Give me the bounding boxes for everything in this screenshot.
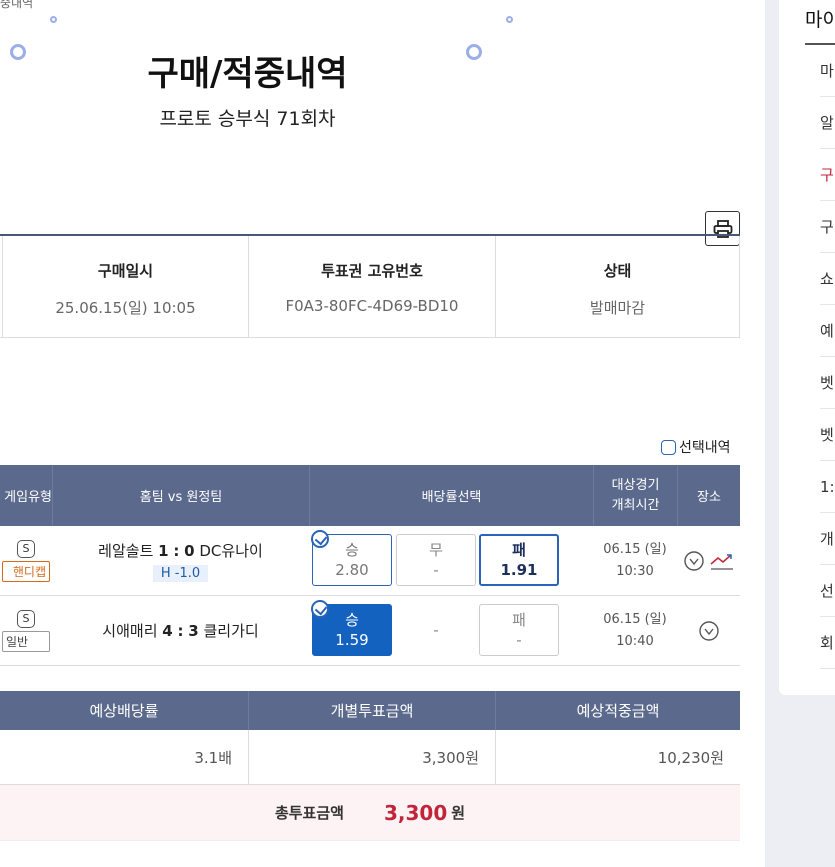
purchase-date-col: 구매일시 25.06.15(일) 10:05 bbox=[2, 236, 248, 337]
odds-cell: 승 2.80 무 - 패 1.91 bbox=[309, 526, 593, 595]
summary-table: 예상배당률 개별투표금액 예상적중금액 3.1배 3,300원 10,230원 … bbox=[0, 691, 740, 841]
game-time-cell: 06.15 (일) 10:40 bbox=[593, 596, 677, 665]
ticket-id-value: F0A3-80FC-4D69-BD10 bbox=[285, 297, 459, 315]
odds-cell: 승 1.59 - 패 - bbox=[309, 596, 593, 665]
total-label: 총투표금액 bbox=[274, 804, 344, 822]
location-icon[interactable] bbox=[683, 550, 705, 572]
ticket-id-col: 투표권 고유번호 F0A3-80FC-4D69-BD10 bbox=[248, 236, 495, 337]
away-score: 0 bbox=[184, 541, 195, 560]
summary-header: 예상배당률 개별투표금액 예상적중금액 bbox=[0, 691, 740, 730]
watermark-dot bbox=[506, 12, 513, 26]
page-title: 구매/적중내역 bbox=[147, 54, 348, 94]
sidebar-item[interactable]: 개 bbox=[820, 513, 835, 565]
header-expected-payout: 예상적중금액 bbox=[495, 691, 740, 730]
sidebar-item[interactable]: 쇼 bbox=[820, 253, 835, 305]
home-team: 시애매리 bbox=[102, 622, 158, 640]
odds-lose-button[interactable]: 패 - bbox=[479, 604, 559, 656]
place-cell bbox=[677, 526, 740, 595]
header-expected-odds: 예상배당률 bbox=[89, 702, 159, 720]
sidebar-item[interactable]: 알 bbox=[820, 97, 835, 149]
game-date: 06.15 (일) bbox=[603, 611, 667, 627]
score-separator: : bbox=[177, 622, 184, 640]
odds-draw-button: - bbox=[433, 621, 439, 639]
header-bet-amount: 개별투표금액 bbox=[248, 691, 495, 730]
bet-amount-value: 3,300원 bbox=[248, 730, 495, 784]
status-col: 상태 발매마감 bbox=[495, 236, 740, 337]
sidebar-item[interactable]: 마 bbox=[820, 45, 835, 97]
header-odds: 배당률선택 bbox=[309, 465, 593, 526]
summary-row: 3.1배 3,300원 10,230원 bbox=[0, 730, 740, 785]
away-score: 3 bbox=[188, 622, 199, 640]
purchase-date-header: 구매일시 bbox=[97, 262, 154, 280]
games-table-header: 게임유형 홈팀 vs 원정팀 배당률선택 대상경기 개최시간 장소 bbox=[0, 465, 740, 526]
game-type-cell: S 일반 bbox=[0, 596, 52, 665]
game-time: 10:40 bbox=[616, 633, 654, 649]
place-cell bbox=[677, 596, 740, 665]
game-time-cell: 06.15 (일) 10:30 bbox=[593, 526, 677, 595]
sidebar-item[interactable]: 구 bbox=[820, 201, 835, 253]
total-row: 총투표금액 3,300 원 bbox=[0, 785, 740, 841]
expected-payout-value: 10,230원 bbox=[495, 730, 740, 784]
game-date: 06.15 (일) bbox=[603, 541, 667, 557]
away-team: DC유나이 bbox=[199, 541, 263, 560]
sidebar-item[interactable]: 벳 bbox=[820, 409, 835, 461]
sport-badge: S bbox=[17, 539, 35, 558]
game-type-tag: 일반 bbox=[2, 630, 50, 652]
sidebar-item-active[interactable]: 구 bbox=[820, 149, 835, 201]
handicap-value: H -1.0 bbox=[152, 564, 209, 582]
location-icon[interactable] bbox=[698, 620, 720, 642]
breadcrumb[interactable]: 중내역 bbox=[0, 0, 33, 11]
sidebar: 마이페이지 마 알 구 구 쇼 예 벳 벳 1: 개 선 회 bbox=[779, 0, 835, 695]
header-game-type: 게임유형 bbox=[4, 490, 52, 505]
selection-toggle-label: 선택내역 bbox=[679, 440, 731, 456]
game-type-tag: 핸디캡 bbox=[2, 560, 50, 582]
selection-checkbox[interactable] bbox=[661, 439, 676, 455]
sidebar-item[interactable]: 1: bbox=[820, 461, 835, 513]
status-header: 상태 bbox=[603, 262, 632, 280]
ticket-id-header: 투표권 고유번호 bbox=[321, 262, 423, 280]
header-time: 대상경기 개최시간 bbox=[593, 465, 677, 526]
check-circle-icon bbox=[311, 600, 329, 618]
sidebar-title: 마이페이지 bbox=[805, 9, 835, 31]
game-time: 10:30 bbox=[616, 563, 654, 579]
odds-lose-button[interactable]: 패 1.91 bbox=[479, 534, 559, 586]
check-circle-icon bbox=[311, 530, 329, 548]
sidebar-item[interactable]: 회 bbox=[820, 617, 835, 669]
purchase-info-table: 구매일시 25.06.15(일) 10:05 투표권 고유번호 F0A3-80F… bbox=[0, 234, 740, 338]
header-place: 장소 bbox=[677, 465, 740, 526]
sidebar-item[interactable]: 선 bbox=[820, 565, 835, 617]
table-row: S 일반 시애매리 4 : 3 클리가디 승 1.59 - 패 - 06.15 … bbox=[0, 596, 740, 666]
purchase-date-value: 25.06.15(일) 10:05 bbox=[55, 299, 196, 317]
selection-toggle[interactable]: 선택내역 bbox=[661, 437, 731, 457]
header-match: 홈팀 vs 원정팀 bbox=[52, 465, 309, 526]
sidebar-item[interactable]: 벳 bbox=[820, 357, 835, 409]
status-value: 발매마감 bbox=[589, 299, 646, 317]
game-type-cell: S 핸디캡 bbox=[0, 526, 52, 595]
watermark-dot bbox=[50, 12, 57, 26]
page-subtitle: 프로토 승부식 71회차 bbox=[159, 108, 336, 130]
home-score: 4 bbox=[162, 622, 173, 640]
match-cell: 시애매리 4 : 3 클리가디 bbox=[52, 596, 309, 665]
sport-badge: S bbox=[17, 609, 35, 628]
total-amount: 3,300 bbox=[383, 800, 448, 825]
away-team: 클리가디 bbox=[203, 622, 259, 640]
odds-draw-button[interactable]: 무 - bbox=[396, 534, 476, 586]
sidebar-item[interactable]: 예 bbox=[820, 305, 835, 357]
expected-odds-value: 3.1배 bbox=[194, 748, 232, 767]
score-separator: : bbox=[173, 541, 180, 560]
home-team: 레알솔트 bbox=[98, 541, 154, 560]
total-unit: 원 bbox=[451, 804, 466, 822]
table-row: S 핸디캡 레알솔트 1 : 0 DC유나이 H -1.0 승 2.80 무 - bbox=[0, 526, 740, 596]
match-cell: 레알솔트 1 : 0 DC유나이 H -1.0 bbox=[52, 526, 309, 595]
home-score: 1 bbox=[158, 541, 169, 560]
trend-chart-icon[interactable] bbox=[709, 550, 735, 572]
games-table: 게임유형 홈팀 vs 원정팀 배당률선택 대상경기 개최시간 장소 S 핸디캡 … bbox=[0, 465, 740, 666]
